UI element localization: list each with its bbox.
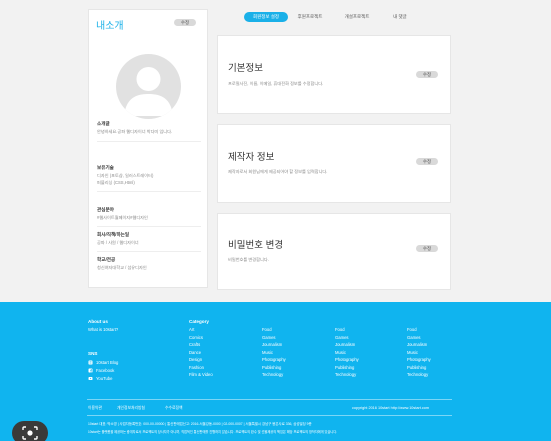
tab-my-comments[interactable]: 내 댓글 <box>382 12 418 22</box>
skills-text-1: 디자인 (포토샵, 일러스트레이터) <box>97 173 154 178</box>
category-link[interactable]: Design <box>189 357 202 362</box>
company-heading: 회사/직책/하는일 <box>97 232 130 237</box>
school-text: 청신여자대학교 / 섬유디자인 <box>97 265 147 270</box>
profile-edit-button[interactable]: 수정 <box>174 19 196 26</box>
tab-member-settings[interactable]: 회원정보 설정 <box>244 12 288 22</box>
card-title: 비밀번호 변경 <box>228 240 284 251</box>
creator-info-card: 제작자 정보 제작자로서 회원님에게 제공되어야 할 정보를 입력합니다. 수정 <box>217 124 451 203</box>
fee-policy-link[interactable]: 수수료정책 <box>165 406 182 411</box>
category-link[interactable]: Fashion <box>189 365 204 370</box>
category-link[interactable]: Dance <box>189 350 201 355</box>
category-link[interactable]: Art <box>189 327 194 332</box>
sns-link-blog[interactable]: 10start Blog <box>88 360 118 365</box>
category-link[interactable]: Publishing <box>335 365 354 370</box>
blog-icon <box>88 360 93 365</box>
category-link[interactable]: Crafts <box>189 342 200 347</box>
copyright: copyright 2016 10start http://www.10star… <box>352 406 430 410</box>
settings-tabs: 회원정보 설정 후원프로젝트 개설프로젝트 내 댓글 <box>244 12 418 22</box>
default-avatar-icon <box>124 67 173 116</box>
category-link[interactable]: Technology <box>407 372 428 377</box>
intro-heading: 소개글 <box>97 121 110 126</box>
card-description: 프로필사진, 이름, 이메일, 휴대전화 정보를 수정합니다. <box>228 81 324 86</box>
avatar[interactable] <box>116 54 181 119</box>
sns-label: YouTube <box>96 376 113 381</box>
password-card: 비밀번호 변경 비밀번호를 변경합니다. 수정 <box>217 213 451 290</box>
divider <box>97 251 201 252</box>
card-description: 제작자로서 회원님에게 제공되어야 할 정보를 입력합니다. <box>228 169 328 174</box>
category-link[interactable]: Journalism <box>262 342 282 347</box>
category-link[interactable]: Film & Video <box>189 372 213 377</box>
divider <box>87 415 452 416</box>
category-link[interactable]: Photography <box>262 357 286 362</box>
category-link[interactable]: Publishing <box>262 365 281 370</box>
intro-text: 안녕하세요.공파 웹디자이너 박다미 입니다. <box>97 129 173 134</box>
facebook-icon <box>88 368 93 373</box>
category-link[interactable]: Food <box>335 327 345 332</box>
category-link[interactable]: Technology <box>335 372 356 377</box>
page: 내소개 수정 소개글 안녕하세요.공파 웹디자이너 박다미 입니다. 보유기술 … <box>0 0 551 441</box>
school-heading: 학교/전공 <box>97 257 116 262</box>
divider <box>97 141 201 142</box>
divider <box>97 191 201 192</box>
tab-created-projects[interactable]: 개설프로젝트 <box>332 12 382 22</box>
company-info: 10start 대표: 박소영 | 사업자등록번호: 000-00-00000 … <box>88 422 312 426</box>
basic-info-card: 기본정보 프로필사진, 이름, 이메일, 휴대전화 정보를 수정합니다. 수정 <box>217 35 451 114</box>
company-text: 공파 / 사원 / 웹디자이너 <box>97 240 139 245</box>
interests-heading: 관심분야 <box>97 207 114 212</box>
category-link[interactable]: Photography <box>407 357 431 362</box>
youtube-icon <box>88 377 93 380</box>
about-heading: About us <box>88 319 108 324</box>
category-link[interactable]: Publishing <box>407 365 426 370</box>
sns-link-youtube[interactable]: YouTube <box>88 376 112 381</box>
category-link[interactable]: Comics <box>189 335 203 340</box>
card-title: 기본정보 <box>228 63 263 74</box>
sns-label: 10start Blog <box>96 360 119 365</box>
divider <box>87 399 452 400</box>
interests-text: #웹사이트월페이지#웹디자인 <box>97 215 148 220</box>
creator-info-edit-button[interactable]: 수정 <box>416 158 438 165</box>
sns-link-facebook[interactable]: Facebook <box>88 368 114 373</box>
skills-text-2: 퍼블리싱 (CSS,Html) <box>97 180 135 185</box>
privacy-link[interactable]: 개인정보처리방침 <box>117 406 145 411</box>
card-description: 비밀번호를 변경합니다. <box>228 257 269 262</box>
skills-heading: 보유기술 <box>97 165 114 170</box>
category-link[interactable]: Journalism <box>407 342 427 347</box>
category-link[interactable]: Games <box>335 335 349 340</box>
lens-icon <box>22 426 38 440</box>
category-link[interactable]: Music <box>407 350 418 355</box>
divider <box>97 226 201 227</box>
tab-backed-projects[interactable]: 후원프로젝트 <box>288 12 332 22</box>
category-heading: Category <box>189 319 209 324</box>
category-link[interactable]: Games <box>407 335 421 340</box>
terms-link[interactable]: 이용약관 <box>88 406 102 411</box>
sns-heading: SNS <box>88 351 98 356</box>
card-title: 제작자 정보 <box>228 152 275 163</box>
category-link[interactable]: Music <box>262 350 273 355</box>
footer: About us What is 10start? SNS 10start Bl… <box>0 302 551 441</box>
lens-button[interactable] <box>12 421 48 441</box>
profile-title: 내소개 <box>96 21 124 32</box>
basic-info-edit-button[interactable]: 수정 <box>416 71 438 78</box>
category-link[interactable]: Food <box>262 327 272 332</box>
password-edit-button[interactable]: 수정 <box>416 245 438 252</box>
category-link[interactable]: Journalism <box>335 342 355 347</box>
category-link[interactable]: Music <box>335 350 346 355</box>
category-link[interactable]: Photography <box>335 357 359 362</box>
about-link[interactable]: What is 10start? <box>88 327 118 332</box>
category-link[interactable]: Food <box>407 327 417 332</box>
profile-card: 내소개 수정 소개글 안녕하세요.공파 웹디자이너 박다미 입니다. 보유기술 … <box>88 9 208 288</box>
category-link[interactable]: Technology <box>262 372 283 377</box>
sns-label: Facebook <box>96 368 115 373</box>
footer-notice: 10start는 플랫폼을 제공하는 중개자로서 프로젝트의 당사자가 아니며,… <box>88 430 338 434</box>
category-link[interactable]: Games <box>262 335 276 340</box>
